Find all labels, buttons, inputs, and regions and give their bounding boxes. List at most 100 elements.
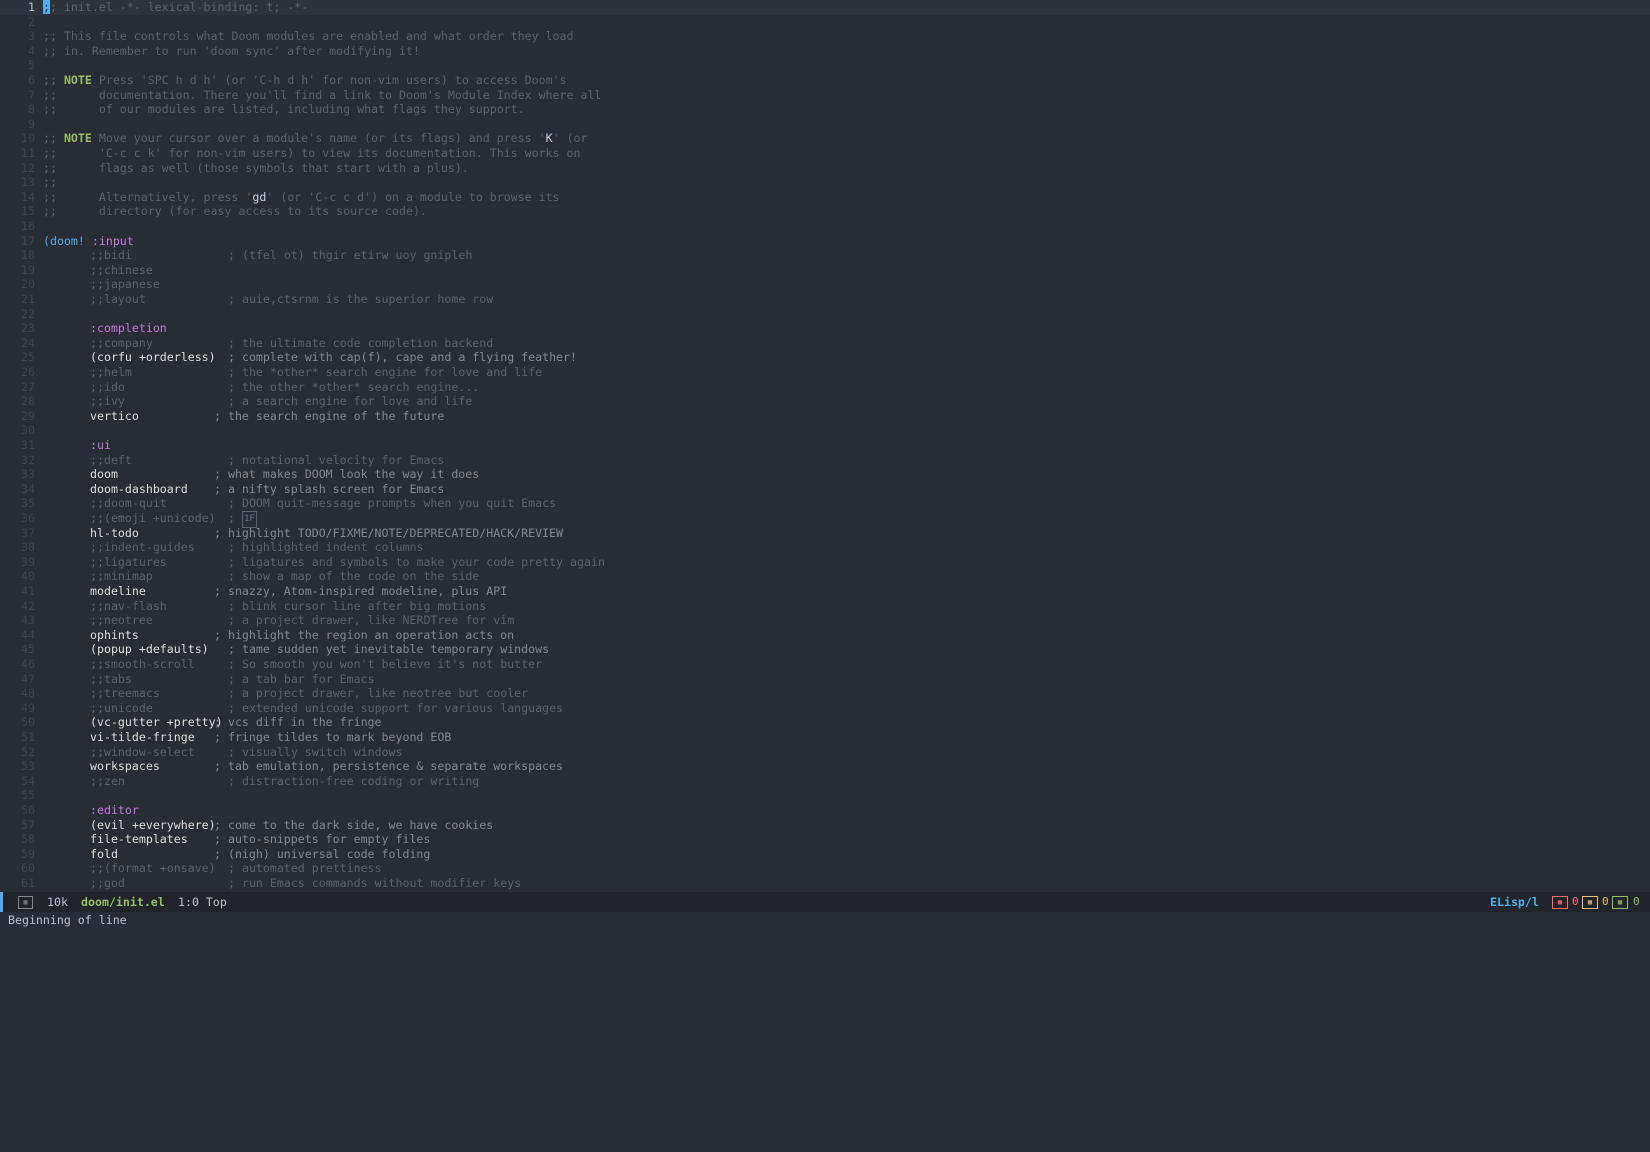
code-line[interactable]: 29 vertico ; the search engine of the futu… [0, 409, 1650, 424]
code-line[interactable]: 33 doom ; what makes DOOM look the way it … [0, 467, 1650, 482]
code-line[interactable]: 56:editor [0, 803, 1650, 818]
code-line[interactable]: 13;; [0, 175, 1650, 190]
module-comment: ; (nigh) universal code folding [214, 846, 431, 861]
code-line[interactable]: 30 [0, 423, 1650, 438]
module-comment: ; tab emulation, persistence & separate … [214, 759, 564, 774]
code-line[interactable]: 39 ;;ligatures ; ligatures and symbols to … [0, 555, 1650, 570]
module-comment: ; distraction-free coding or writing [228, 773, 480, 788]
code-line[interactable]: 5 [0, 58, 1650, 73]
code-line[interactable]: 41 modeline ; snazzy, Atom-inspired modeli… [0, 584, 1650, 599]
code-line[interactable]: 7 ;; documentation. There you'll find a l… [0, 88, 1650, 103]
line-number: 18 [21, 248, 35, 263]
code-line[interactable]: 61 ;;god ; run Emacs commands without modi… [0, 876, 1650, 891]
line-content: vertico ; the search engine of the future [90, 409, 444, 424]
code-line[interactable]: 27 ;;ido ; the other *other* search engine… [0, 380, 1650, 395]
code-line[interactable]: 3 ;; This file controls what Doom modules… [0, 29, 1650, 44]
code-line[interactable]: 15 ;; directory (for easy access to its s… [0, 204, 1650, 219]
module-name: ;;neotree [90, 613, 153, 628]
code-line[interactable]: 25 (corfu +orderless) ; complete with cap(… [0, 350, 1650, 365]
code-line[interactable]: 43 ;;neotree ; a project drawer, like NERD… [0, 613, 1650, 628]
line-content: ;;chinese [90, 263, 153, 278]
cursor-position: 1:0 Top [178, 895, 227, 909]
code-line[interactable]: 46 ;;smooth-scroll ; So smooth you won't b… [0, 657, 1650, 672]
code-line[interactable]: 49 ;;unicode ; extended unicode support fo… [0, 701, 1650, 716]
code-line[interactable]: 51 vi-tilde-fringe ; fringe tildes to mark… [0, 730, 1650, 745]
code-line[interactable]: 36 ;;(emoji +unicode); 1F [0, 511, 1650, 528]
code-line[interactable]: 28 ;;ivy ; a search engine for love and li… [0, 394, 1650, 409]
code-line[interactable]: 40 ;;minimap ; show a map of the code on t… [0, 569, 1650, 584]
code-line[interactable]: 20 ;;japanese [0, 277, 1650, 292]
buffer-name[interactable]: doom/init.el [81, 892, 165, 912]
modeline: ▦ 10k doom/init.el 1:0 Top ELisp/l ▦ 0 ▦… [0, 892, 1650, 912]
note-tag: NOTE [63, 73, 92, 87]
editor-buffer[interactable]: 1;; init.el -*- lexical-binding: t; -*- 2… [0, 0, 1650, 892]
line-content: ;; NOTE Move your cursor over a module's… [43, 131, 587, 146]
line-number: 5 [28, 58, 35, 73]
line-content: ;;ligatures ; ligatures and symbols to ma… [90, 555, 605, 570]
code-line[interactable]: 24 ;;company ; the ultimate code completio… [0, 336, 1650, 351]
checker-error-icon[interactable]: ▦ [1552, 896, 1568, 909]
code-line[interactable]: 35 ;;doom-quit ; DOOM quit-message prompts… [0, 496, 1650, 511]
module-name: ;;layout [90, 292, 146, 306]
line-number: 54 [21, 773, 35, 788]
module-name: doom-dashboard [90, 481, 188, 496]
line-content: file-templates ; auto-snippets for empty … [90, 832, 430, 847]
code-line[interactable]: 44 ophints ; highlight the region an opera… [0, 628, 1650, 643]
code-line[interactable]: 18 ;;bidi ; (tfel ot) thgir etirw uoy gnip… [0, 248, 1650, 263]
code-line[interactable]: 32 ;;deft ; notational velocity for Emacs [0, 453, 1650, 468]
code-line[interactable]: 10;; NOTE Move your cursor over a module… [0, 131, 1650, 146]
code-line[interactable]: 23:completion [0, 321, 1650, 336]
code-line[interactable]: 34 doom-dashboard ; a nifty splash screen … [0, 482, 1650, 497]
comment-text: ;; 'C-c c k' for non-vim users) to view … [43, 146, 581, 160]
code-line[interactable]: 58 file-templates ; auto-snippets for empt… [0, 832, 1650, 847]
code-line[interactable]: 21 ;;layout ; auie,ctsrnm is the superior … [0, 292, 1650, 307]
code-line[interactable]: 57 (evil +everywhere); come to the dark s… [0, 818, 1650, 833]
code-line[interactable]: 4 ;; in. Remember to run 'doom sync' afte… [0, 44, 1650, 59]
code-line[interactable]: 8 ;; of our modules are listed, including… [0, 102, 1650, 117]
code-line[interactable]: 11 ;; 'C-c c k' for non-vim users) to vie… [0, 146, 1650, 161]
module-name: ;;god [90, 876, 125, 890]
code-line[interactable]: 16 [0, 219, 1650, 234]
line-number: 56 [21, 803, 35, 817]
code-line[interactable]: 54 ;;zen ; distraction-free coding or writ… [0, 774, 1650, 789]
code-line[interactable]: 53 workspaces ; tab emulation, persistence… [0, 759, 1650, 774]
checker-warning-icon[interactable]: ▦ [1582, 896, 1598, 909]
line-number: 17 [21, 233, 35, 248]
code-line[interactable]: 59 fold ; (nigh) universal code folding [0, 847, 1650, 862]
buffer-state-icon: ▦ [18, 896, 33, 909]
major-mode[interactable]: ELisp/l [1490, 892, 1539, 912]
code-line[interactable]: 17 (doom! :input [0, 234, 1650, 249]
code-line[interactable]: 45 (popup +defaults) ; tame sudden yet ine… [0, 642, 1650, 657]
code-line[interactable]: 38 ;;indent-guides ; highlighted indent co… [0, 540, 1650, 555]
line-content: doom ; what makes DOOM look the way it do… [90, 467, 479, 482]
code-line[interactable]: 14 ;; Alternatively, press 'gd' (or 'C-c … [0, 190, 1650, 205]
line-content: ;; Alternatively, press 'gd' (or 'C-c c … [43, 190, 560, 205]
code-line[interactable]: 42 ;;nav-flash ; blink cursor line after b… [0, 599, 1650, 614]
code-line[interactable]: 9 [0, 117, 1650, 132]
code-line[interactable]: 2 [0, 15, 1650, 30]
code-line[interactable]: 26 ;;helm ; the *other* search engine for … [0, 365, 1650, 380]
line-content: (corfu +orderless) ; complete with cap(f)… [90, 350, 577, 365]
line-content: ophints ; highlight the region an operati… [90, 628, 514, 643]
line-number: 2 [28, 14, 35, 29]
code-line[interactable]: 50 (vc-gutter +pretty); vcs diff in the f… [0, 715, 1650, 730]
code-line[interactable]: 12 ;; flags as well (those symbols that s… [0, 161, 1650, 176]
module-name: fold [90, 846, 118, 861]
code-line[interactable]: 60 ;;(format +onsave) ; automated prettine… [0, 861, 1650, 876]
code-line[interactable]: 31:ui [0, 438, 1650, 453]
checker-info-icon[interactable]: ▦ [1612, 896, 1628, 909]
line-number: 26 [21, 365, 35, 379]
module-comment: ; visually switch windows [228, 744, 403, 759]
module-name: vi-tilde-fringe [90, 730, 195, 744]
code-line[interactable]: 1;; init.el -*- lexical-binding: t; -*- [0, 0, 1650, 15]
code-line[interactable]: 52 ;;window-select ; visually switch windo… [0, 745, 1650, 760]
code-line[interactable]: 22 [0, 307, 1650, 322]
code-line[interactable]: 55 [0, 788, 1650, 803]
code-line[interactable]: 6;; NOTE Press 'SPC h d h' (or 'C-h d h'… [0, 73, 1650, 88]
code-line[interactable]: 47 ;;tabs ; a tab bar for Emacs [0, 672, 1650, 687]
code-line[interactable]: 48 ;;treemacs ; a project drawer, like neo… [0, 686, 1650, 701]
line-content: ;;japanese [90, 277, 160, 292]
code-line[interactable]: 37 hl-todo ; highlight TODO/FIXME/NOTE/DEP… [0, 526, 1650, 541]
code-line[interactable]: 19 ;;chinese [0, 263, 1650, 278]
module-comment: ; snazzy, Atom-inspired modeline, plus A… [214, 584, 508, 598]
